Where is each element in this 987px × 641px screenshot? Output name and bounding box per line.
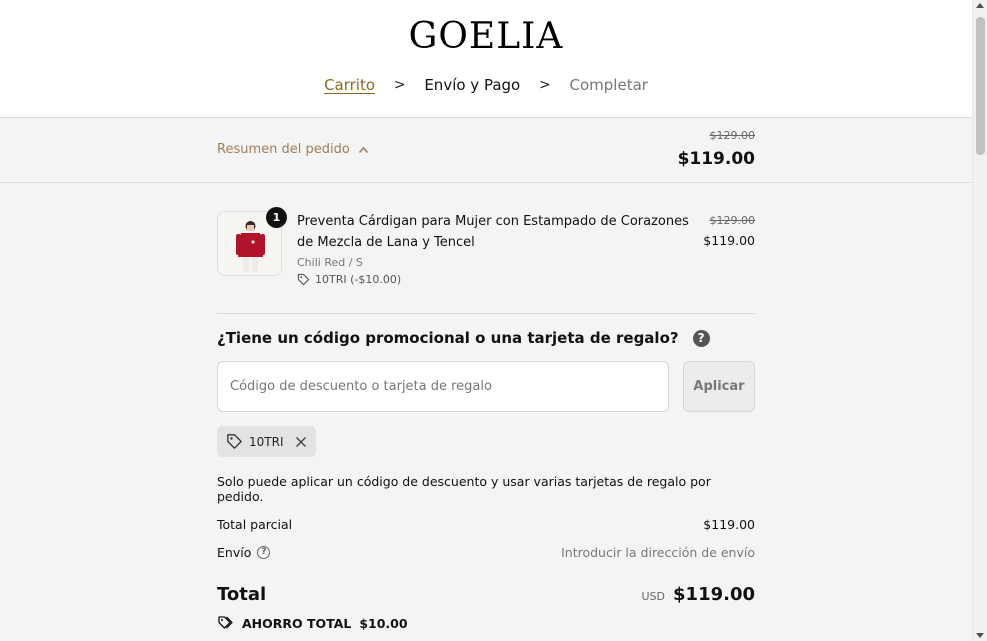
product-variant: Chili Red / S	[297, 256, 363, 269]
shipping-value: Introducir la dirección de envío	[561, 545, 755, 560]
help-icon[interactable]: ?	[692, 329, 710, 347]
total-amount: $119.00	[673, 584, 755, 605]
total-amount-group: USD $119.00	[642, 584, 756, 605]
apply-button[interactable]: Aplicar	[683, 361, 755, 412]
order-summary-toggle[interactable]: Resumen del pedido	[217, 142, 369, 157]
order-summary-label: Resumen del pedido	[217, 142, 350, 157]
tag-icon	[297, 273, 310, 286]
shipping-label: Envío	[217, 545, 252, 560]
shipping-row: Envío ? Introducir la dirección de envío	[217, 545, 755, 560]
remove-code-button[interactable]	[295, 436, 307, 448]
scroll-up-arrow[interactable]	[976, 3, 984, 8]
order-summary-panel: 1 Preventa Cárdigan para Mujer con Estam…	[0, 183, 972, 641]
order-summary-bar[interactable]: Resumen del pedido $129.00 $119.00	[0, 118, 972, 183]
subtotal-label: Total parcial	[217, 517, 293, 532]
savings-label: AHORRO TOTAL	[242, 615, 352, 631]
subtotal-row: Total parcial $119.00	[217, 517, 755, 532]
savings-value: $10.00	[359, 615, 408, 631]
close-icon	[296, 436, 306, 447]
breadcrumb-shipping-payment: Envío y Pago	[424, 75, 521, 94]
tag-icon	[227, 434, 242, 449]
breadcrumb: Carrito > Envío y Pago > Completar	[0, 75, 972, 94]
divider	[217, 313, 755, 314]
product-discount: 10TRI (-$10.00)	[297, 273, 401, 286]
product-price: $119.00	[703, 233, 755, 248]
promo-heading: ¿Tiene un código promocional o una tarje…	[217, 329, 710, 347]
applied-code-text: 10TRI	[249, 434, 284, 449]
applied-code-chip: 10TRI	[217, 426, 316, 457]
product-discount-text: 10TRI (-$10.00)	[315, 273, 402, 286]
total-savings: AHORRO TOTAL $10.00	[217, 615, 408, 631]
summary-total-price: $119.00	[677, 149, 755, 169]
quantity-badge: 1	[266, 207, 287, 228]
breadcrumb-separator: >	[539, 76, 551, 93]
tags-icon	[218, 616, 233, 629]
total-label: Total	[217, 584, 267, 605]
breadcrumb-complete: Completar	[569, 75, 648, 94]
product-old-price: $129.00	[709, 214, 756, 227]
checkout-header: GOELIA Carrito > Envío y Pago > Completa…	[0, 0, 987, 118]
question-circle-icon[interactable]: ?	[257, 546, 271, 559]
scroll-down-arrow[interactable]	[976, 633, 984, 638]
product-title: Preventa Cárdigan para Mujer con Estampa…	[297, 214, 689, 250]
subtotal-value: $119.00	[703, 517, 755, 532]
currency-code: USD	[641, 590, 666, 603]
breadcrumb-cart-link[interactable]: Carrito	[324, 76, 375, 94]
scrollbar-thumb[interactable]	[976, 17, 985, 155]
promo-notice: Solo puede aplicar un código de descuent…	[217, 474, 711, 504]
discount-code-input[interactable]	[217, 361, 669, 412]
summary-old-price: $129.00	[709, 129, 756, 142]
brand-logo[interactable]: GOELIA	[0, 16, 972, 57]
page-scrollbar[interactable]	[972, 0, 987, 641]
breadcrumb-separator: >	[393, 76, 406, 93]
chevron-up-icon	[358, 146, 368, 153]
line-item: 1 Preventa Cárdigan para Mujer con Estam…	[217, 207, 756, 291]
promo-heading-text: ¿Tiene un código promocional o una tarje…	[217, 329, 679, 347]
